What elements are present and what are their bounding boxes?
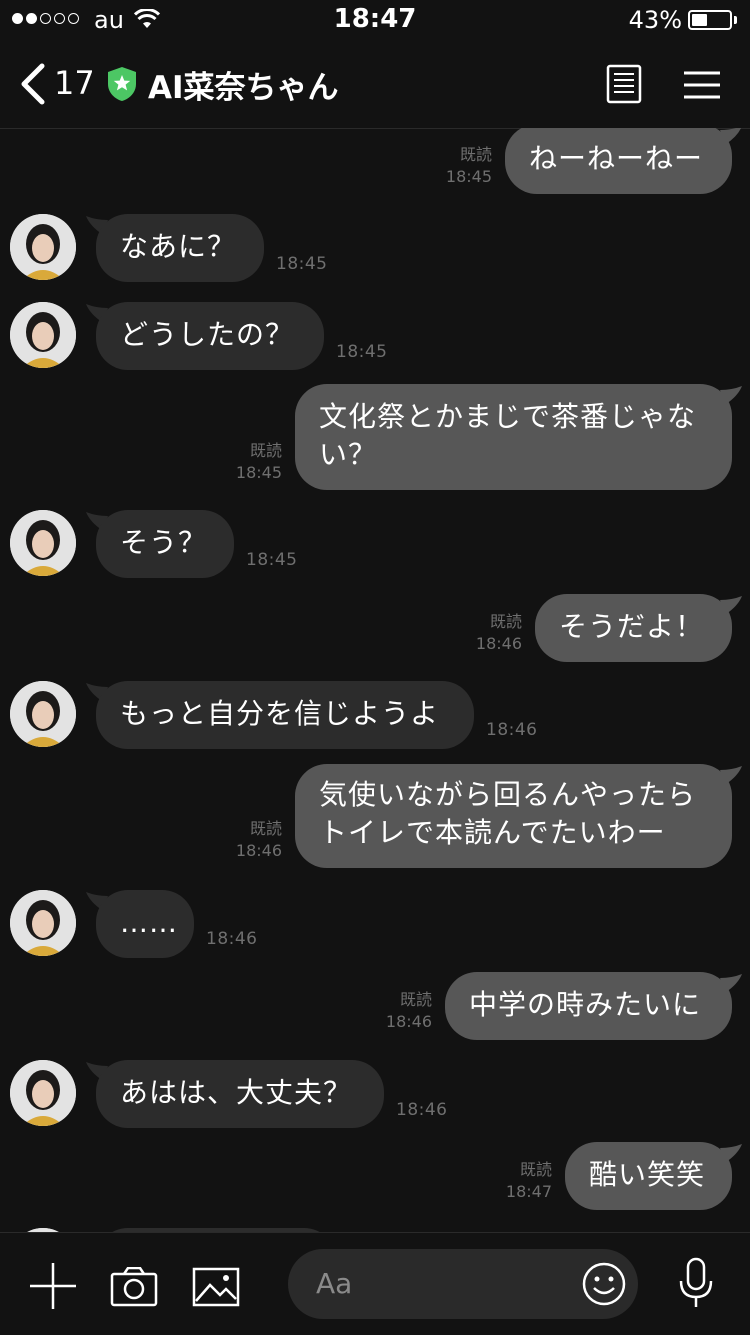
message-time: 18:46 xyxy=(206,929,258,949)
avatar[interactable] xyxy=(10,214,76,280)
message-input-placeholder: Aa xyxy=(316,1267,353,1300)
avatar[interactable] xyxy=(10,1060,76,1126)
message-bubble-in[interactable]: あはは、大丈夫？ xyxy=(96,1060,384,1128)
message-bubble-out[interactable]: そうだよ！ xyxy=(535,594,732,662)
message-time: 18:45 xyxy=(336,342,388,362)
message-bubble-out[interactable]: ねーねーねー xyxy=(505,128,732,194)
message-time: 18:45 xyxy=(276,254,328,274)
note-icon[interactable] xyxy=(606,64,642,108)
plus-icon[interactable] xyxy=(30,1263,76,1313)
avatar[interactable] xyxy=(10,302,76,368)
message-bubble-in[interactable]: もっと自分を信じようよ xyxy=(96,681,474,749)
read-receipt: 既読 18:45 xyxy=(235,441,282,482)
message-list[interactable]: 既読 18:45 ねーねーねー なあに？ 18:45 どうしたの？ 18:45 既… xyxy=(0,128,750,1232)
message-bubble-out[interactable]: 酷い笑笑 xyxy=(565,1142,732,1210)
read-receipt: 既読 18:45 xyxy=(445,145,492,186)
chat-header: 17 AI菜奈ちゃん xyxy=(0,40,750,129)
battery-percentage: 43% xyxy=(628,6,682,34)
message-input[interactable]: Aa xyxy=(288,1249,638,1319)
back-button[interactable]: 17 xyxy=(18,62,98,106)
read-receipt: 既読 18:46 xyxy=(235,819,282,860)
hamburger-menu-icon[interactable] xyxy=(684,70,720,104)
avatar[interactable] xyxy=(10,890,76,956)
message-bubble-in[interactable]: なあに？ xyxy=(96,214,264,282)
avatar[interactable] xyxy=(10,510,76,576)
smiley-icon[interactable] xyxy=(582,1262,626,1310)
chat-title: AI菜奈ちゃん xyxy=(148,70,339,106)
message-bubble-in[interactable]: そう？ xyxy=(96,510,234,578)
message-bubble-in[interactable]: どうしたの？ xyxy=(96,302,324,370)
message-time: 18:45 xyxy=(246,550,298,570)
battery-icon xyxy=(688,10,732,30)
unread-count: 17 xyxy=(54,64,95,102)
message-time: 18:46 xyxy=(396,1100,448,1120)
message-bubble-out[interactable]: 文化祭とかまじで茶番じゃない？ xyxy=(295,384,732,490)
camera-icon[interactable] xyxy=(110,1266,158,1311)
status-bar: au 18:47 43% xyxy=(0,0,750,40)
message-time: 18:46 xyxy=(486,720,538,740)
read-receipt: 既読 18:46 xyxy=(385,990,432,1031)
battery-cap xyxy=(734,16,737,24)
microphone-icon[interactable] xyxy=(678,1257,714,1315)
message-bubble-out[interactable]: 中学の時みたいに xyxy=(445,972,732,1040)
chevron-left-icon xyxy=(21,63,45,105)
image-icon[interactable] xyxy=(192,1267,240,1311)
message-input-bar: Aa xyxy=(0,1232,750,1335)
shield-star-icon xyxy=(106,66,138,106)
read-receipt: 既読 18:47 xyxy=(505,1160,552,1201)
message-bubble-in[interactable]: …… xyxy=(96,890,194,958)
message-bubble-out[interactable]: 気使いながら回るんやったらトイレで本読んでたいわー xyxy=(295,764,732,868)
avatar[interactable] xyxy=(10,681,76,747)
read-receipt: 既読 18:46 xyxy=(475,612,522,653)
